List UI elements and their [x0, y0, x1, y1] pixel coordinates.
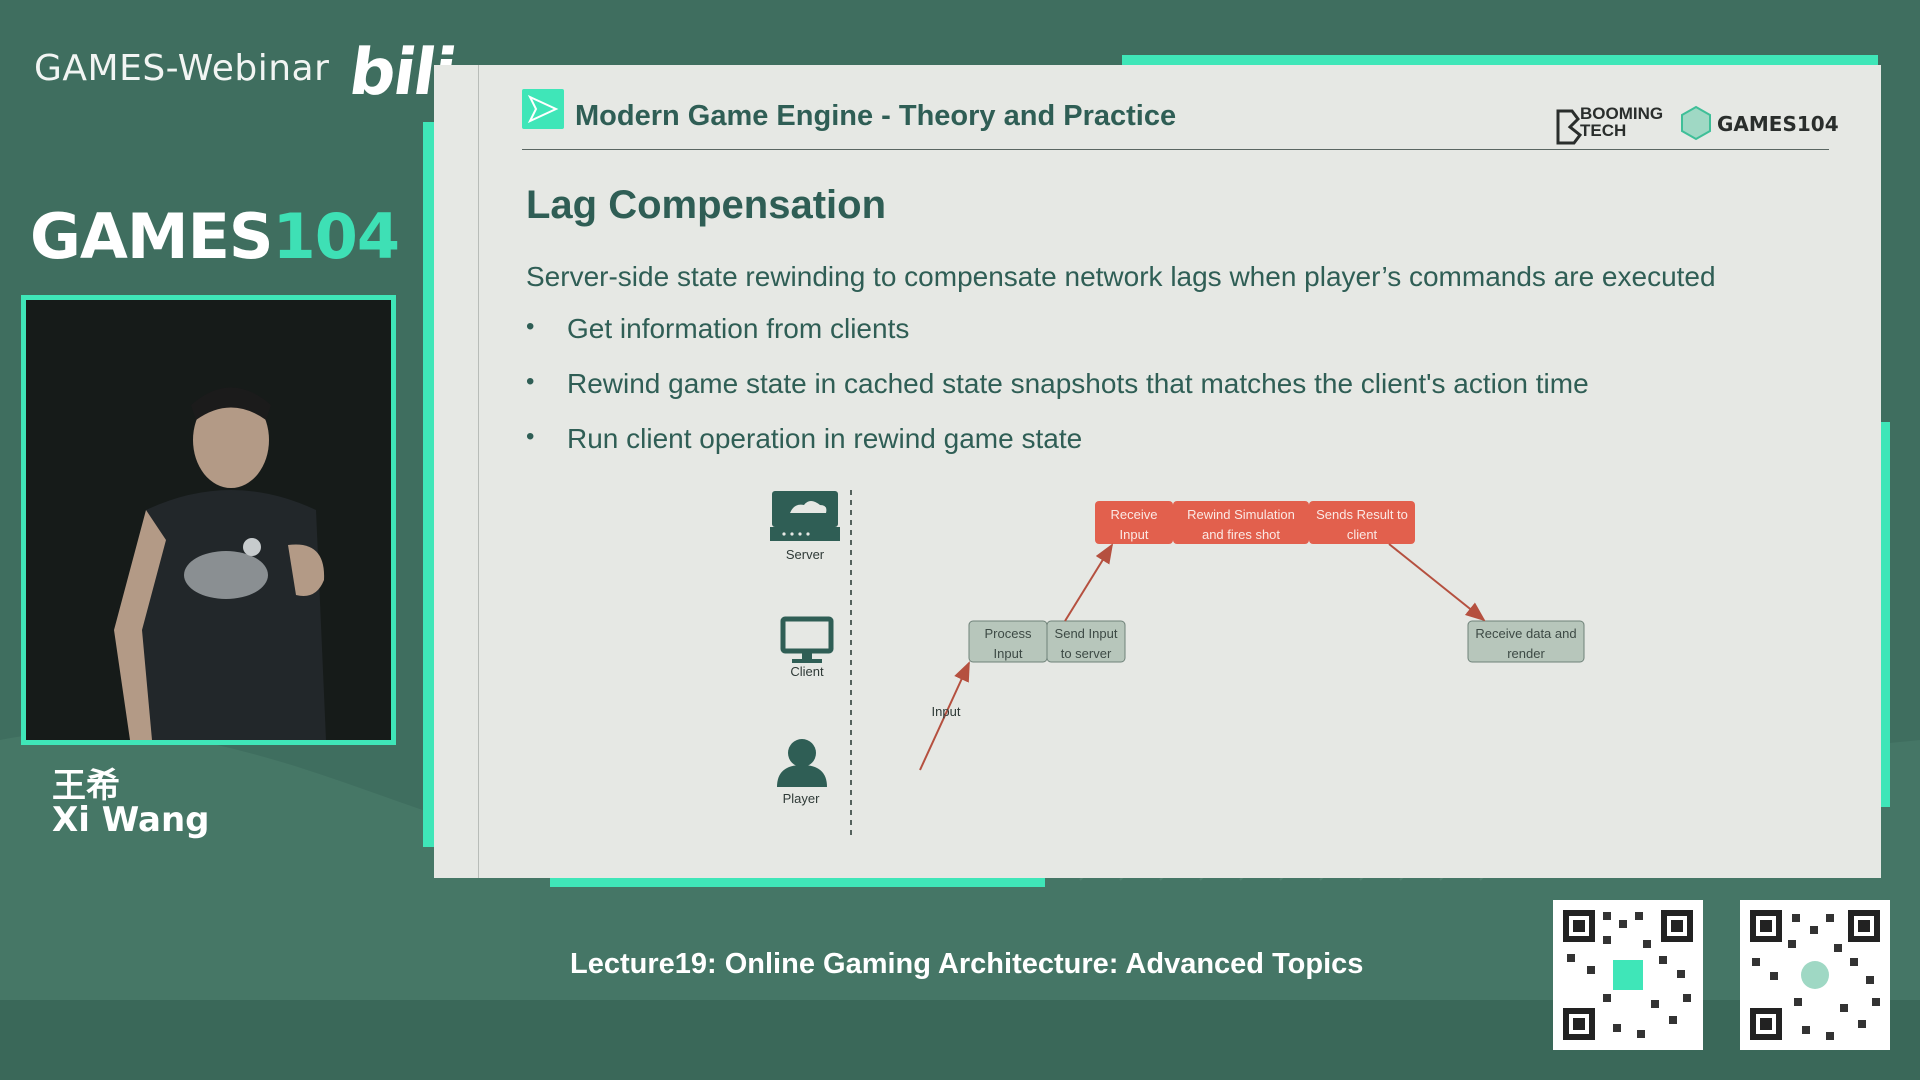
speaker-name-en: Xi Wang	[52, 800, 210, 840]
client-label: Client	[790, 664, 824, 679]
server-step-send-result: Sends Result to client	[1309, 501, 1415, 544]
client-box-line2: Input	[994, 646, 1023, 661]
accent-bar-bottom	[550, 878, 1045, 887]
client-box-line1: Receive data and	[1475, 626, 1576, 641]
input-label: Input	[932, 704, 961, 719]
server-icon	[770, 491, 840, 541]
brand-name-part2: 104	[272, 200, 400, 273]
client-step-process-input: Process Input	[968, 620, 1048, 663]
client-step-receive-render: Receive data and render	[1467, 620, 1585, 663]
server-step-receive-input: Receive Input	[1095, 501, 1173, 544]
server-box-line2: Input	[1120, 527, 1149, 542]
presentation-slide: Modern Game Engine - Theory and Practice…	[434, 65, 1881, 878]
games104-brand: GAMES104	[30, 200, 400, 273]
player-label: Player	[783, 791, 821, 806]
server-box-line2: and fires shot	[1202, 527, 1280, 542]
qr-code-1	[1553, 900, 1703, 1050]
lecture-title: Lecture19: Online Gaming Architecture: A…	[570, 948, 1364, 980]
client-monitor-icon	[780, 616, 834, 663]
server-box-line1: Rewind Simulation	[1187, 507, 1295, 522]
qr-code-2	[1740, 900, 1890, 1050]
client-step-send-input: Send Input to server	[1046, 620, 1126, 663]
client-box-line2: to server	[1061, 646, 1112, 661]
client-box-line1: Process	[985, 626, 1032, 641]
lag-compensation-diagram: Server Client Player Receive Input Rewin…	[770, 490, 1585, 835]
server-box-line1: Sends Result to	[1316, 507, 1408, 522]
accent-bar-right	[1881, 422, 1890, 807]
server-step-rewind-simulation: Rewind Simulation and fires shot	[1173, 501, 1309, 544]
server-label: Server	[786, 547, 825, 562]
accent-bar-left	[423, 122, 434, 847]
speaker-video	[21, 295, 396, 745]
server-box-line1: Receive	[1111, 507, 1158, 522]
arrow-to-client	[1388, 543, 1486, 622]
server-box-line2: client	[1347, 527, 1378, 542]
speaker-silhouette	[26, 300, 391, 740]
accent-bar-top	[1122, 55, 1878, 65]
webinar-title: GAMES-Webinar	[34, 48, 330, 89]
client-box-line1: Send Input	[1055, 626, 1118, 641]
player-user-icon	[777, 739, 827, 787]
client-box-line2: render	[1507, 646, 1545, 661]
arrow-to-server	[1064, 543, 1114, 622]
brand-name-part1: GAMES	[30, 200, 274, 273]
